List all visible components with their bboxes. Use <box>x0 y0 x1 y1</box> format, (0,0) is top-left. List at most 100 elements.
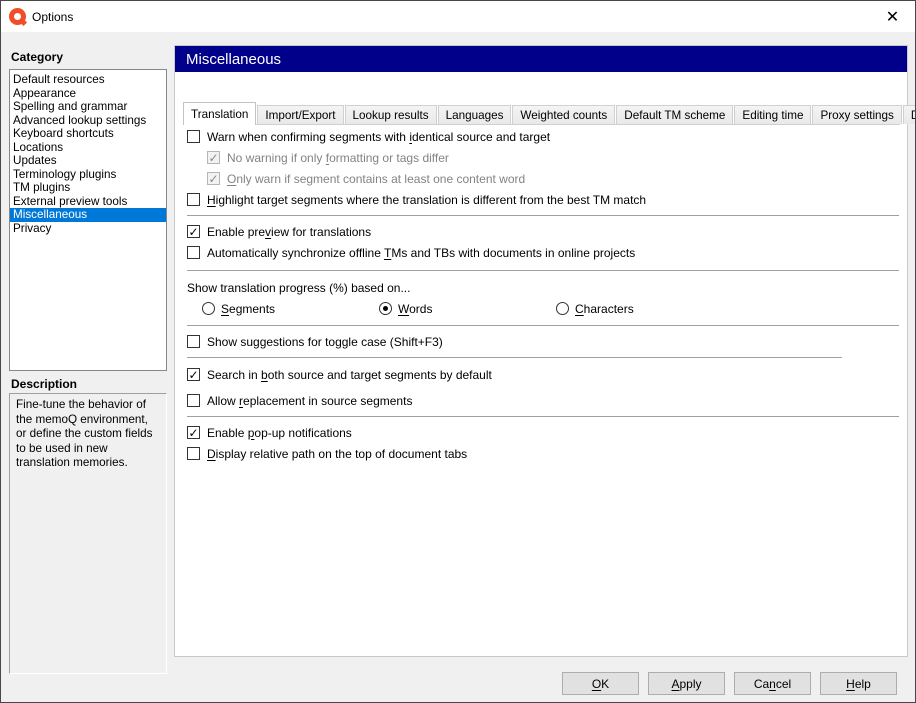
mnemonic-letter: n <box>769 677 776 691</box>
tab-discussions[interactable]: Discussions <box>903 105 916 124</box>
category-item-miscellaneous[interactable]: Miscellaneous <box>10 208 166 222</box>
mnemonic-letter: b <box>261 368 268 382</box>
checkbox-allow-replacement-in-source[interactable] <box>187 394 200 407</box>
category-item-locations[interactable]: Locations <box>10 141 166 155</box>
checkbox-display-relative-path-on[interactable] <box>187 447 200 460</box>
progress-basis-radio-group: SegmentsWordsCharacters <box>175 298 907 319</box>
category-item-privacy[interactable]: Privacy <box>10 222 166 236</box>
radio-label-segments: Segments <box>221 302 275 316</box>
tab-translation[interactable]: Translation <box>183 102 256 125</box>
checkbox-label-search-in-both-source: Search in both source and target segment… <box>207 368 492 382</box>
checkbox-row-show-suggestions-for-toggle[interactable]: Show suggestions for toggle case (Shift+… <box>175 331 907 352</box>
label-text: Enable <box>207 426 248 440</box>
checkbox-warn-when-confirming-segments[interactable] <box>187 130 200 143</box>
label-text: K <box>601 677 609 691</box>
label-text: pply <box>680 677 702 691</box>
checkbox-label-display-relative-path-on: Display relative path on the top of docu… <box>207 447 467 461</box>
radio-words-input[interactable] <box>379 302 392 315</box>
progress-basis-label: Show translation progress (%) based on..… <box>187 281 410 295</box>
checkbox-label-automatically-synchronize-offline-tms: Automatically synchronize offline TMs an… <box>207 246 635 260</box>
checkbox-highlight-target-segments-where[interactable] <box>187 193 200 206</box>
checkbox-row-enable-preview-for-translations[interactable]: ✓ Enable preview for translations <box>175 221 907 242</box>
help-button-label: Help <box>846 677 871 691</box>
section-divider <box>187 416 899 417</box>
category-item-default-resources[interactable]: Default resources <box>10 73 166 87</box>
checkbox-label-only-warn-if-segment: Only warn if segment contains at least o… <box>227 172 525 186</box>
label-text: Ca <box>754 677 769 691</box>
category-item-keyboard-shortcuts[interactable]: Keyboard shortcuts <box>10 127 166 141</box>
description-label: Description <box>11 377 77 391</box>
category-label: Category <box>11 50 63 64</box>
label-text: Show suggestions for toggle case (Shift+… <box>207 335 443 349</box>
checkbox-only-warn-if-segment: ✓ <box>207 172 220 185</box>
category-item-spelling-and-grammar[interactable]: Spelling and grammar <box>10 100 166 114</box>
ok-button[interactable]: OK <box>562 672 639 695</box>
checkbox-row-only-warn-if-segment[interactable]: ✓ Only warn if segment contains at least … <box>175 168 907 189</box>
radio-option-segments[interactable]: Segments <box>202 302 379 316</box>
radio-segments-input[interactable] <box>202 302 215 315</box>
category-item-advanced-lookup-settings[interactable]: Advanced lookup settings <box>10 114 166 128</box>
apply-button[interactable]: Apply <box>648 672 725 695</box>
title-bar: Options ✕ <box>1 1 915 32</box>
checkbox-row-warn-when-confirming-segments[interactable]: Warn when confirming segments with ident… <box>175 126 907 147</box>
radio-dot <box>383 306 388 311</box>
label-text: Show translation progress (%) based on..… <box>187 281 410 295</box>
label-text: cel <box>776 677 791 691</box>
category-listbox[interactable]: Default resourcesAppearanceSpelling and … <box>9 69 167 371</box>
tab-lookup-results[interactable]: Lookup results <box>345 105 437 124</box>
label-text: ords <box>409 302 432 316</box>
checkbox-row-search-in-both-source[interactable]: ✓ Search in both source and target segmen… <box>175 364 907 385</box>
label-text: Ms and TBs with documents in online proj… <box>391 246 635 260</box>
memoq-logo-icon <box>9 8 26 25</box>
category-item-tm-plugins[interactable]: TM plugins <box>10 181 166 195</box>
dialog-buttons: OK Apply Cancel Help <box>562 672 897 695</box>
checkbox-label-enable-preview-for-translations: Enable preview for translations <box>207 225 371 239</box>
cancel-button[interactable]: Cancel <box>734 672 811 695</box>
label-text: iew for translations <box>271 225 371 239</box>
checkbox-enable-pop-up-notifications[interactable]: ✓ <box>187 426 200 439</box>
tab-proxy-settings[interactable]: Proxy settings <box>812 105 901 124</box>
tab-languages[interactable]: Languages <box>438 105 512 124</box>
tab-page-translation: Warn when confirming segments with ident… <box>175 124 907 656</box>
mnemonic-letter: W <box>398 302 409 316</box>
cancel-button-label: Cancel <box>754 677 791 691</box>
tab-import-export[interactable]: Import/Export <box>257 105 343 124</box>
label-text: dentical source and target <box>412 130 550 144</box>
label-text: oth source and target segments by defaul… <box>268 368 492 382</box>
section-divider <box>187 270 899 271</box>
category-item-terminology-plugins[interactable]: Terminology plugins <box>10 168 166 182</box>
checkbox-show-suggestions-for-toggle[interactable] <box>187 335 200 348</box>
radio-characters-input[interactable] <box>556 302 569 315</box>
checkbox-label-warn-when-confirming-segments: Warn when confirming segments with ident… <box>207 130 550 144</box>
checkbox-row-enable-pop-up-notifications[interactable]: ✓Enable pop-up notifications <box>175 422 907 443</box>
category-item-external-preview-tools[interactable]: External preview tools <box>10 195 166 209</box>
mnemonic-letter: H <box>846 677 855 691</box>
tab-default-tm-scheme[interactable]: Default TM scheme <box>616 105 733 124</box>
mnemonic-letter: O <box>227 172 236 186</box>
close-icon[interactable]: ✕ <box>870 1 915 32</box>
label-text: Automatically synchronize offline <box>207 246 384 260</box>
category-item-appearance[interactable]: Appearance <box>10 87 166 101</box>
label-text: Search in <box>207 368 261 382</box>
checkbox-row-display-relative-path-on[interactable]: Display relative path on the top of docu… <box>175 443 907 464</box>
section-divider <box>187 215 899 216</box>
checkbox-row-automatically-synchronize-offline-tms[interactable]: Automatically synchronize offline TMs an… <box>175 242 907 263</box>
checkbox-search-in-both-source[interactable]: ✓ <box>187 368 200 381</box>
label-text: nly warn if segment contains at least on… <box>236 172 525 186</box>
category-item-updates[interactable]: Updates <box>10 154 166 168</box>
tab-editing-time[interactable]: Editing time <box>734 105 811 124</box>
radio-option-characters[interactable]: Characters <box>556 302 733 316</box>
checkbox-automatically-synchronize-offline-tms[interactable] <box>187 246 200 259</box>
mnemonic-letter: D <box>207 447 216 461</box>
help-button[interactable]: Help <box>820 672 897 695</box>
checkbox-row-highlight-target-segments-where[interactable]: Highlight target segments where the tran… <box>175 189 907 210</box>
mnemonic-letter: C <box>575 302 584 316</box>
page-title: Miscellaneous <box>175 46 907 72</box>
checkbox-enable-preview-for-translations[interactable]: ✓ <box>187 225 200 238</box>
checkbox-label-highlight-target-segments-where: Highlight target segments where the tran… <box>207 193 646 207</box>
radio-option-words[interactable]: Words <box>379 302 556 316</box>
section-divider <box>187 325 899 326</box>
checkbox-row-no-warning-if-only[interactable]: ✓No warning if only formatting or tags d… <box>175 147 907 168</box>
tab-weighted-counts[interactable]: Weighted counts <box>512 105 615 124</box>
checkbox-row-allow-replacement-in-source[interactable]: Allow replacement in source segments <box>175 390 907 411</box>
